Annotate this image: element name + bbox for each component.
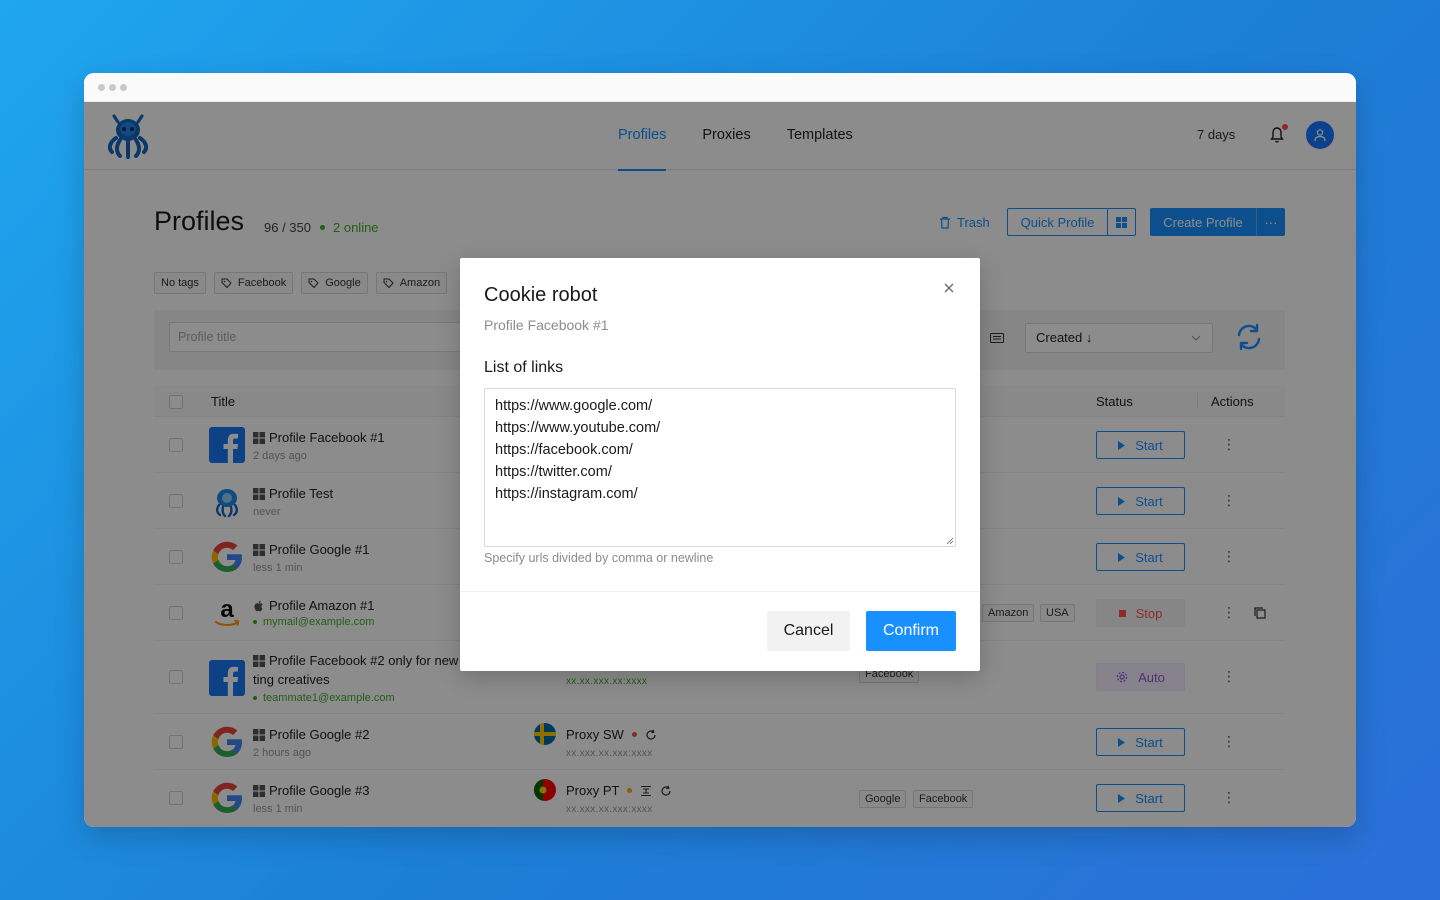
cancel-button[interactable]: Cancel	[767, 611, 850, 651]
dialog-title: Cookie robot	[484, 284, 598, 306]
resize-handle-icon[interactable]	[946, 537, 954, 545]
dialog-divider	[460, 591, 980, 592]
confirm-button[interactable]: Confirm	[866, 611, 956, 651]
links-hint: Specify urls divided by comma or newline	[484, 551, 714, 565]
links-label: List of links	[484, 359, 564, 376]
window-controls[interactable]	[98, 84, 127, 91]
dialog-subtitle: Profile Facebook #1	[484, 317, 609, 333]
window-titlebar	[84, 73, 1356, 102]
cookie-robot-dialog: Cookie robot Profile Facebook #1 List of…	[460, 258, 980, 671]
close-icon[interactable]	[943, 282, 955, 294]
links-textarea[interactable]: https://www.google.com/ https://www.yout…	[484, 388, 956, 547]
